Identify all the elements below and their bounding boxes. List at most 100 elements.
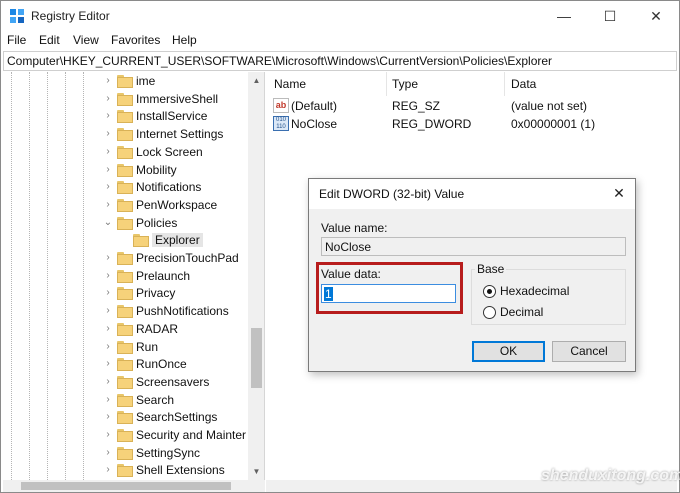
- tree-node-lock-screen[interactable]: › Lock Screen: [3, 144, 248, 162]
- value-row[interactable]: 010 110 NoClose REG_DWORD 0x00000001 (1): [266, 115, 677, 133]
- chevron-right-icon[interactable]: ›: [103, 323, 113, 334]
- scroll-down-icon[interactable]: ▼: [248, 463, 264, 480]
- chevron-right-icon[interactable]: ›: [103, 252, 113, 263]
- chevron-right-icon[interactable]: ›: [103, 411, 113, 422]
- tree-node-security-and-mainter[interactable]: › Security and Mainter: [3, 427, 248, 445]
- tree-node-radar[interactable]: › RADAR: [3, 321, 248, 339]
- tree-node-mobility[interactable]: › Mobility: [3, 162, 248, 180]
- tree-node-notifications[interactable]: › Notifications: [3, 179, 248, 197]
- tree-node-searchsettings[interactable]: › SearchSettings: [3, 409, 248, 427]
- scroll-thumb[interactable]: [21, 482, 231, 490]
- tree-node-immersiveshell[interactable]: › ImmersiveShell: [3, 91, 248, 109]
- folder-icon: [117, 216, 133, 230]
- menu-help[interactable]: Help: [172, 33, 197, 47]
- menu-view[interactable]: View: [73, 33, 99, 47]
- chevron-right-icon[interactable]: ›: [103, 181, 113, 192]
- hexadecimal-label[interactable]: Hexadecimal: [500, 284, 569, 298]
- chevron-right-icon[interactable]: ›: [103, 128, 113, 139]
- dialog-title: Edit DWORD (32-bit) Value: [319, 187, 465, 201]
- column-header-name[interactable]: Name: [274, 77, 306, 91]
- tree-node-privacy[interactable]: › Privacy: [3, 285, 248, 303]
- tree-node-label: RADAR: [136, 321, 179, 336]
- tree-node-policies[interactable]: ⌄ Policies: [3, 215, 248, 233]
- tree-node-ime[interactable]: › ime: [3, 73, 248, 91]
- registry-editor-window: Registry Editor — ☐ ✕ File Edit View Fav…: [0, 0, 680, 493]
- tree-node-label: Lock Screen: [136, 144, 203, 159]
- tree-horizontal-scrollbar[interactable]: [3, 480, 265, 492]
- tree-node-precisiontouchpad[interactable]: › PrecisionTouchPad: [3, 250, 248, 268]
- minimize-icon: —: [557, 8, 571, 24]
- chevron-right-icon[interactable]: ›: [103, 287, 113, 298]
- base-group-label: Base: [475, 262, 507, 276]
- column-header-data[interactable]: Data: [511, 77, 536, 91]
- menu-bar: File Edit View Favorites Help: [1, 31, 679, 51]
- tree-node-label: ime: [136, 74, 156, 88]
- scroll-up-icon[interactable]: ▲: [248, 72, 264, 89]
- scroll-thumb[interactable]: [251, 328, 262, 388]
- chevron-right-icon[interactable]: ›: [103, 75, 113, 86]
- tree-node-internet-settings[interactable]: › Internet Settings: [3, 126, 248, 144]
- watermark-text: shenduxitong.com: [541, 467, 680, 484]
- tree-node-prelaunch[interactable]: › Prelaunch: [3, 268, 248, 286]
- tree-node-runonce[interactable]: › RunOnce: [3, 356, 248, 374]
- tree-node-installservice[interactable]: › InstallService: [3, 108, 248, 126]
- dialog-close-icon[interactable]: ✕: [611, 185, 627, 201]
- folder-icon: [117, 110, 133, 124]
- chevron-right-icon[interactable]: ›: [103, 341, 113, 352]
- chevron-down-icon[interactable]: ⌄: [103, 217, 113, 228]
- tree-node-label: SearchSettings: [136, 410, 218, 425]
- chevron-right-icon[interactable]: ›: [103, 199, 113, 210]
- folder-icon: [133, 234, 149, 248]
- tree-node-label: PrecisionTouchPad: [136, 251, 239, 265]
- tree-vertical-scrollbar[interactable]: ▲ ▼: [248, 72, 264, 480]
- column-divider[interactable]: [504, 72, 505, 96]
- column-header-type[interactable]: Type: [392, 77, 418, 91]
- registry-editor-icon: [10, 9, 24, 23]
- tree-node-pushnotifications[interactable]: › PushNotifications: [3, 303, 248, 321]
- folder-icon: [117, 358, 133, 372]
- menu-favorites[interactable]: Favorites: [111, 33, 160, 47]
- chevron-right-icon[interactable]: ›: [103, 270, 113, 281]
- decimal-radio[interactable]: [483, 306, 496, 319]
- value-type: REG_DWORD: [392, 117, 472, 131]
- chevron-right-icon[interactable]: ›: [103, 146, 113, 157]
- chevron-right-icon[interactable]: ›: [103, 358, 113, 369]
- chevron-right-icon[interactable]: ›: [103, 464, 113, 475]
- cancel-button[interactable]: Cancel: [552, 341, 626, 362]
- tree-node-shell-extensions[interactable]: › Shell Extensions: [3, 462, 248, 480]
- key-tree-pane[interactable]: › ime › ImmersiveShell › InstallService › Inter…: [3, 72, 265, 480]
- folder-icon: [117, 305, 133, 319]
- column-divider[interactable]: [386, 72, 387, 96]
- chevron-right-icon[interactable]: ›: [103, 93, 113, 104]
- menu-edit[interactable]: Edit: [39, 33, 60, 47]
- chevron-right-icon[interactable]: ›: [103, 394, 113, 405]
- tree-node-settingsync[interactable]: › SettingSync: [3, 445, 248, 463]
- maximize-button[interactable]: ☐: [587, 1, 633, 31]
- folder-icon: [117, 287, 133, 301]
- close-button[interactable]: ✕: [633, 1, 679, 31]
- minimize-button[interactable]: —: [541, 1, 587, 31]
- tree-node-label: Notifications: [136, 180, 202, 195]
- chevron-right-icon[interactable]: ›: [103, 376, 113, 387]
- dword-value-icon: 010 110: [273, 116, 289, 131]
- menu-file[interactable]: File: [7, 33, 26, 47]
- tree-node-run[interactable]: › Run: [3, 339, 248, 357]
- tree-node-label: Policies: [136, 215, 178, 230]
- hexadecimal-radio[interactable]: [483, 285, 496, 298]
- maximize-icon: ☐: [603, 7, 617, 24]
- tree-node-explorer[interactable]: Explorer: [3, 232, 248, 250]
- tree-node-label: PenWorkspace: [136, 197, 218, 212]
- address-bar[interactable]: Computer\HKEY_CURRENT_USER\SOFTWARE\Micr…: [3, 51, 677, 71]
- decimal-label[interactable]: Decimal: [500, 305, 543, 319]
- ok-button[interactable]: OK: [472, 341, 545, 362]
- chevron-right-icon[interactable]: ›: [103, 110, 113, 121]
- tree-node-penworkspace[interactable]: › PenWorkspace: [3, 197, 248, 215]
- chevron-right-icon[interactable]: ›: [103, 164, 113, 175]
- tree-node-screensavers[interactable]: › Screensavers: [3, 374, 248, 392]
- chevron-right-icon[interactable]: ›: [103, 429, 113, 440]
- chevron-right-icon[interactable]: ›: [103, 305, 113, 316]
- tree-node-search[interactable]: › Search: [3, 392, 248, 410]
- value-row[interactable]: ab (Default) REG_SZ (value not set): [266, 97, 677, 115]
- tree-node-label: Search: [136, 392, 175, 407]
- chevron-right-icon[interactable]: ›: [103, 447, 113, 458]
